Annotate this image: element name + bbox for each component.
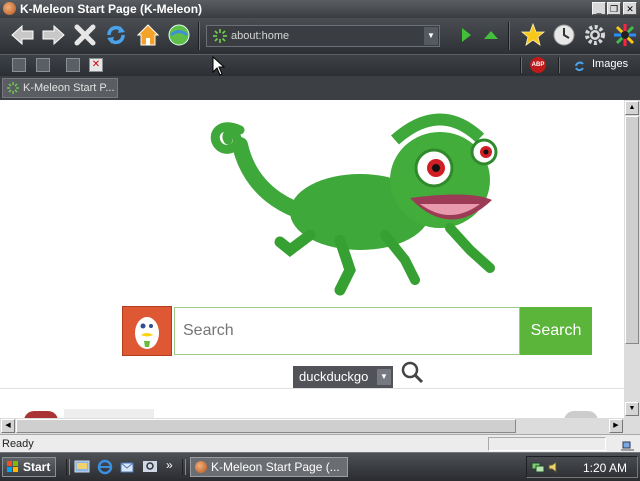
show-desktop-icon[interactable] (74, 459, 90, 475)
horizontal-scroll-thumb[interactable] (16, 419, 516, 433)
maximize-button[interactable]: ❐ (607, 2, 621, 15)
progress-panel (488, 437, 606, 451)
scroll-left-button[interactable]: ◀ (1, 419, 15, 433)
reload-icon[interactable] (103, 22, 129, 48)
new-window-icon[interactable] (12, 58, 26, 72)
vertical-scrollbar[interactable]: ▲ ▼ (624, 100, 640, 418)
back-icon[interactable] (10, 22, 36, 48)
tab-favicon-icon (7, 82, 19, 94)
quicklaunch-overflow-chevron[interactable]: » (166, 458, 173, 472)
close-button[interactable]: ✕ (623, 2, 637, 15)
home-icon[interactable] (135, 22, 161, 48)
scroll-corner (624, 418, 640, 434)
scroll-right-button[interactable]: ▶ (609, 419, 623, 433)
new-tab-icon[interactable] (36, 58, 50, 72)
chevron-down-icon: ▼ (377, 369, 391, 385)
scroll-up-button[interactable]: ▲ (625, 101, 639, 115)
browse-icon[interactable] (166, 22, 192, 48)
search-input[interactable] (174, 307, 520, 355)
network-status-icon (621, 441, 634, 451)
forward-icon[interactable] (40, 22, 66, 48)
volume-tray-icon[interactable] (547, 460, 561, 474)
settings-gear-icon[interactable] (582, 22, 608, 48)
outlook-express-icon[interactable] (119, 459, 135, 475)
go-icon[interactable] (453, 22, 479, 48)
search-engine-select[interactable]: duckduckgo ▼ (293, 366, 393, 388)
images-reload-icon (575, 61, 584, 72)
bookmarks-star-icon[interactable] (520, 22, 546, 48)
loading-spinner-icon (213, 29, 227, 43)
mouse-cursor-icon (212, 56, 226, 76)
title-bar: K-Meleon Start Page (K-Meleon) _ ❐ ✕ (0, 0, 640, 18)
up-icon[interactable] (478, 22, 504, 48)
taskbar: Start » K-Meleon Start Page (... 1:20 AM (0, 452, 640, 481)
internet-explorer-icon[interactable] (97, 459, 113, 475)
horizontal-scrollbar[interactable]: ◀ ▶ (0, 418, 624, 434)
duplicate-tab-icon[interactable] (66, 58, 80, 72)
url-bar[interactable]: about:home ▼ (206, 25, 440, 47)
status-bar: Ready (0, 434, 640, 453)
history-clock-icon[interactable] (551, 22, 577, 48)
search-computer-icon[interactable] (142, 459, 158, 475)
chameleon-mascot-image (210, 113, 498, 296)
navigation-toolbar: about:home ▼ (0, 18, 640, 54)
duck-icon (127, 311, 167, 351)
page-content: Search duckduckgo ▼ (0, 100, 624, 418)
stop-icon[interactable] (72, 22, 98, 48)
search-engine-value: duckduckgo (299, 369, 369, 384)
k-meleon-logo-icon[interactable] (612, 22, 638, 48)
url-text: about:home (231, 30, 290, 42)
quicklaunch-grip (66, 459, 70, 475)
start-label: Start (23, 460, 51, 474)
close-tab-icon[interactable]: ✕ (89, 58, 103, 72)
clock[interactable]: 1:20 AM (583, 461, 627, 475)
k-meleon-app-icon (195, 461, 207, 473)
divider (0, 388, 624, 389)
tab-strip: K-Meleon Start P... (0, 76, 640, 100)
start-button[interactable]: Start (2, 457, 56, 477)
secondary-toolbar: ✕ ABP Images (0, 54, 640, 76)
system-tray: 1:20 AM (526, 456, 638, 478)
tab-label: K-Meleon Start P... (23, 82, 115, 94)
url-dropdown-button[interactable]: ▼ (424, 27, 438, 45)
list-item[interactable] (64, 409, 154, 418)
taskbar-item-k-meleon[interactable]: K-Meleon Start Page (... (190, 457, 348, 477)
magnifier-icon[interactable] (400, 360, 424, 384)
windows-logo-icon (7, 461, 18, 472)
tab-start-page[interactable]: K-Meleon Start P... (2, 78, 118, 98)
window-title: K-Meleon Start Page (K-Meleon) (20, 2, 203, 16)
adblock-icon[interactable]: ABP (530, 57, 546, 73)
minimize-button[interactable]: _ (592, 2, 606, 15)
k-meleon-app-icon[interactable] (3, 2, 16, 15)
vertical-scroll-thumb[interactable] (625, 116, 639, 344)
thumbnail-icon[interactable] (24, 411, 58, 418)
images-toggle-button[interactable]: Images (592, 58, 628, 70)
taskbar-item-label: K-Meleon Start Page (... (211, 460, 340, 474)
status-text: Ready (2, 438, 34, 450)
network-tray-icon[interactable] (531, 460, 545, 474)
search-button[interactable]: Search (520, 307, 592, 355)
taskbar-grip (182, 459, 186, 475)
duckduckgo-logo (122, 306, 172, 356)
scroll-down-button[interactable]: ▼ (625, 402, 639, 416)
thumbnail-icon[interactable] (564, 411, 598, 418)
